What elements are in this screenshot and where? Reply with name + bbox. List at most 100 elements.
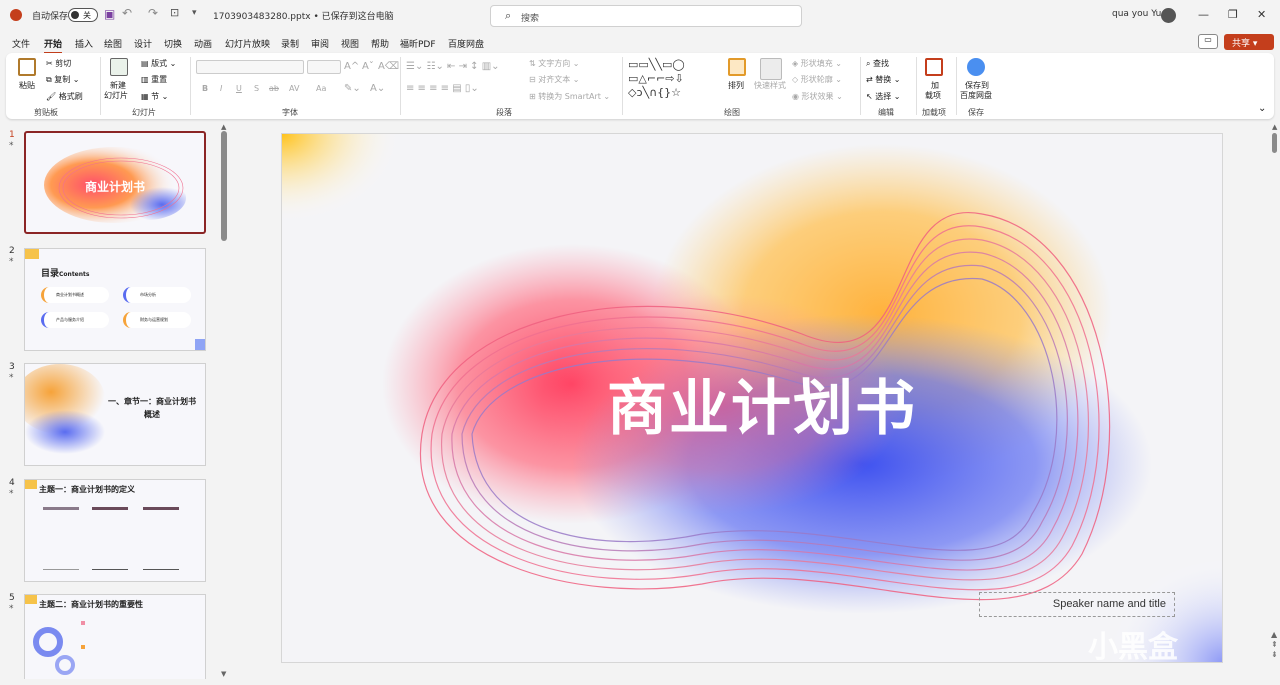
minimize-icon[interactable]: — — [1198, 8, 1209, 21]
search-input[interactable]: ⌕ 搜索 — [490, 5, 802, 27]
italic-button[interactable]: I — [220, 84, 222, 93]
bullets-icon[interactable]: ☰⌄ ☷⌄ ⇤ ⇥ ↕ ▥⌄ — [406, 61, 500, 72]
section-button[interactable]: ▦ 节 ⌄ — [141, 91, 168, 102]
save-icon[interactable]: ▣ — [104, 7, 115, 21]
tab-file[interactable]: 文件 — [12, 37, 30, 50]
tab-draw[interactable]: 绘图 — [104, 37, 122, 50]
close-icon[interactable]: ✕ — [1257, 8, 1266, 21]
watermark-logo: 小黑盒 — [1088, 630, 1178, 665]
comments-button[interactable]: ▭ — [1198, 34, 1218, 49]
shrink-font-icon[interactable]: Aˇ — [362, 61, 374, 72]
customize-qat-icon[interactable]: ▾ — [192, 8, 197, 18]
ribbon-tabs: 文件 开始 插入 绘图 设计 切换 动画 幻灯片放映 录制 审阅 视图 帮助 福… — [0, 32, 1280, 54]
tab-record[interactable]: 录制 — [281, 37, 299, 50]
cut-button[interactable]: ✂ 剪切 — [46, 58, 71, 69]
tab-baidu-netdisk[interactable]: 百度网盘 — [448, 37, 484, 50]
shape-effects-button[interactable]: ◉ 形状效果 ⌄ — [792, 91, 843, 102]
tab-view[interactable]: 视图 — [341, 37, 359, 50]
text-direction-button[interactable]: ⇅ 文字方向 ⌄ — [529, 58, 580, 69]
shape-outline-button[interactable]: ◇ 形状轮廓 ⌄ — [792, 74, 842, 85]
group-label-font: 字体 — [282, 108, 298, 117]
clear-format-icon[interactable]: A⌫ — [378, 61, 399, 72]
addins-icon[interactable] — [925, 58, 943, 76]
layout-button[interactable]: ▤ 版式 ⌄ — [141, 58, 176, 69]
select-button[interactable]: ↖ 选择 ⌄ — [866, 91, 901, 102]
copy-button[interactable]: ⧉ 复制 ⌄ — [46, 74, 80, 85]
thumb-title: 目录Contents — [41, 269, 90, 279]
group-label-clipboard: 剪贴板 — [34, 108, 58, 117]
convert-smartart-button[interactable]: ⊞ 转换为 SmartArt ⌄ — [529, 91, 610, 102]
slide-canvas[interactable]: 商业计划书 Speaker name and title — [281, 133, 1223, 663]
new-slide-dropdown[interactable]: 幻灯片 — [104, 90, 128, 101]
paste-icon[interactable] — [18, 58, 36, 76]
present-icon[interactable]: ⊡ — [170, 6, 179, 19]
find-button[interactable]: ⌕ 查找 — [866, 58, 889, 69]
collapse-ribbon-icon[interactable]: ⌄ — [1258, 103, 1266, 114]
font-size-select[interactable] — [307, 60, 341, 74]
animation-star-icon: * — [9, 257, 14, 267]
thumbnails-scrollbar[interactable] — [221, 131, 227, 241]
slide-title[interactable]: 商业计划书 — [562, 360, 962, 447]
align-text-button[interactable]: ⊟ 对齐文本 ⌄ — [529, 74, 580, 85]
shape-fill-button[interactable]: ◈ 形状填充 ⌄ — [792, 58, 842, 69]
autosave-toggle[interactable]: 关 — [68, 8, 98, 22]
bold-button[interactable]: B — [202, 84, 208, 93]
paste-button[interactable]: 粘贴 — [19, 80, 35, 91]
quick-styles-icon[interactable] — [760, 58, 782, 80]
animation-star-icon: * — [9, 489, 14, 499]
tab-slideshow[interactable]: 幻灯片放映 — [225, 37, 270, 50]
slide-thumbnail-5[interactable]: 主题二：商业计划书的重要性 — [24, 594, 206, 685]
tab-insert[interactable]: 插入 — [75, 37, 93, 50]
strikethrough-button[interactable]: ab — [269, 84, 279, 93]
char-spacing-button[interactable]: AV — [289, 84, 299, 93]
tab-design[interactable]: 设计 — [134, 37, 152, 50]
change-case-button[interactable]: Aa — [316, 84, 326, 93]
format-painter-button[interactable]: 🖌 格式刷 — [46, 91, 83, 102]
thumb-number: 5 — [9, 593, 15, 603]
redo-icon[interactable]: ↷ — [148, 6, 158, 20]
file-name[interactable]: 1703903483280.pptx • 已保存到这台电脑 — [213, 9, 394, 22]
title-bar: 自动保存 关 ▣ ↶ ↷ ⊡ ▾ 1703903483280.pptx • 已保… — [0, 0, 1280, 32]
arrange-icon[interactable] — [728, 58, 746, 76]
tab-foxit-pdf[interactable]: 福昕PDF — [400, 37, 436, 50]
tab-review[interactable]: 审阅 — [311, 37, 329, 50]
highlight-color-icon[interactable]: ✎⌄ — [344, 83, 361, 94]
font-family-select[interactable] — [196, 60, 304, 74]
baidu-cloud-icon[interactable] — [967, 58, 985, 76]
slide-scrollbar[interactable] — [1272, 133, 1277, 153]
avatar[interactable] — [1161, 8, 1176, 23]
scroll-up-icon[interactable]: ▲ — [221, 123, 226, 131]
slide-thumbnail-1[interactable]: 商业计划书 — [24, 131, 206, 234]
slide-thumbnail-4[interactable]: 主题一：商业计划书的定义 — [24, 479, 206, 582]
quick-styles-button[interactable]: 快速样式 — [754, 80, 786, 91]
page-nav-icons[interactable]: ▲ ⇞ ⇟ — [1271, 630, 1278, 660]
speaker-placeholder[interactable]: Speaker name and title — [979, 592, 1175, 617]
underline-button[interactable]: U — [236, 84, 242, 93]
font-color-icon[interactable]: A⌄ — [370, 83, 385, 94]
tab-transitions[interactable]: 切换 — [164, 37, 182, 50]
save-to-baidu-line2: 百度网盘 — [960, 91, 992, 100]
slide-thumbnail-2[interactable]: 目录Contents 商业计划书概述 市场分析 产品与服务介绍 财务与运营规划 — [24, 248, 206, 351]
new-slide-icon[interactable] — [110, 58, 128, 76]
shadow-button[interactable]: S — [254, 84, 259, 93]
animation-star-icon: * — [9, 373, 14, 383]
tab-animations[interactable]: 动画 — [194, 37, 212, 50]
undo-icon[interactable]: ↶ — [122, 6, 132, 20]
group-label-save: 保存 — [968, 108, 984, 117]
align-icon[interactable]: ≡ ≡ ≡ ≡ ▤ ▯⌄ — [406, 83, 479, 94]
group-label-editing: 编辑 — [878, 108, 894, 117]
replace-button[interactable]: ⇄ 替换 ⌄ — [866, 74, 901, 85]
shapes-gallery[interactable]: ▭▭╲╲▭◯ ▭△⌐⌐⇨⇩ ◇ↄ╲∩{}☆ — [628, 58, 720, 102]
reset-button[interactable]: ▥ 重置 — [141, 74, 167, 85]
scroll-down-icon[interactable]: ▼ — [221, 670, 226, 678]
share-button[interactable]: 共享 ▾ — [1224, 34, 1274, 50]
group-label-paragraph: 段落 — [496, 108, 512, 117]
tab-home[interactable]: 开始 — [44, 37, 63, 54]
slide-thumbnail-3[interactable]: 一、章节一：商业计划书 概述 — [24, 363, 206, 466]
grow-font-icon[interactable]: A^ — [344, 61, 359, 72]
animation-star-icon: * — [9, 141, 14, 151]
tab-help[interactable]: 帮助 — [371, 37, 389, 50]
scroll-up-icon[interactable]: ▲ — [1272, 123, 1277, 131]
arrange-button[interactable]: 排列 — [728, 80, 744, 91]
restore-icon[interactable]: ❐ — [1228, 8, 1238, 21]
